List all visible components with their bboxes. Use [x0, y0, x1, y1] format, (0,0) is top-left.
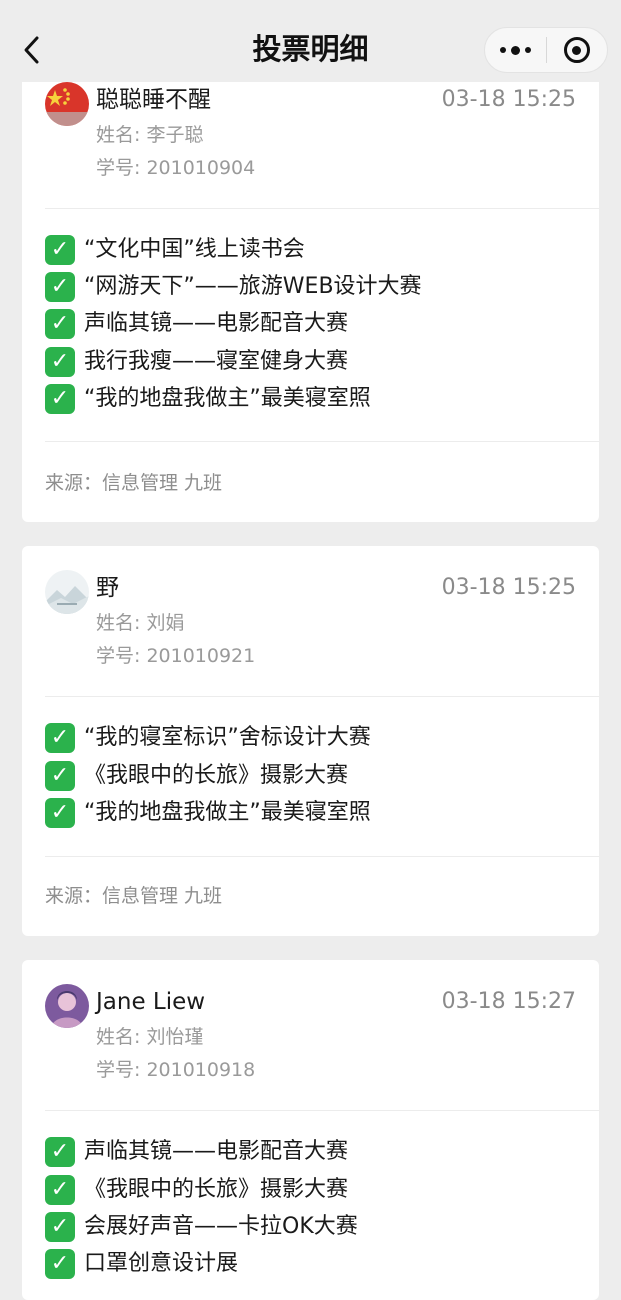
vote-item-label: 我行我瘦——寝室健身大赛 [84, 349, 349, 374]
vote-card: 聪聪睡不醒 03-18 15:25 姓名: 李子聪 学号: 201010904 … [22, 60, 599, 522]
more-dots-icon [499, 45, 531, 55]
vote-item-label: “我的地盘我做主”最美寝室照 [84, 386, 371, 411]
check-icon: ✓ [45, 723, 75, 753]
vote-item: ✓ 声临其镜——电影配音大赛 [45, 1136, 348, 1168]
check-icon: ✓ [45, 1175, 75, 1205]
vote-item: ✓ “我的地盘我做主”最美寝室照 [45, 383, 371, 415]
close-program-button[interactable] [546, 28, 607, 72]
vote-item-label: 会展好声音——卡拉OK大赛 [84, 1214, 358, 1239]
vote-card: 野 03-18 15:25 姓名: 刘娟 学号: 201010921 ✓ “我的寝… [22, 546, 599, 936]
vote-item: ✓ 会展好声音——卡拉OK大赛 [45, 1211, 358, 1243]
nickname: Jane Liew [96, 989, 206, 1015]
nickname: 聪聪睡不醒 [96, 87, 211, 113]
student-id: 学号: 201010918 [96, 1059, 256, 1081]
vote-source: 来源：信息管理 九班 [45, 472, 223, 494]
target-icon [563, 37, 590, 63]
vote-time: 03-18 15:25 [441, 87, 576, 112]
student-name: 姓名: 刘娟 [96, 612, 185, 634]
divider [45, 441, 599, 442]
vote-item: ✓ “网游天下”——旅游WEB设计大赛 [45, 271, 422, 303]
portrait-avatar-icon [45, 984, 89, 1028]
check-icon: ✓ [45, 1137, 75, 1167]
check-icon: ✓ [45, 798, 75, 828]
mini-program-capsule [484, 27, 608, 73]
vote-item: ✓ “文化中国”线上读书会 [45, 234, 305, 266]
divider [45, 1110, 599, 1111]
nav-bar: 投票明细 [0, 0, 621, 82]
check-icon: ✓ [45, 1249, 75, 1279]
vote-item-label: “文化中国”线上读书会 [84, 237, 305, 262]
vote-item: ✓ 《我眼中的长旅》摄影大赛 [45, 1174, 348, 1206]
vote-item-label: 《我眼中的长旅》摄影大赛 [84, 1177, 349, 1202]
vote-item-label: 口罩创意设计展 [84, 1251, 239, 1276]
check-icon: ✓ [45, 347, 75, 377]
nickname: 野 [96, 575, 119, 601]
vote-item: ✓ 声临其镜——电影配音大赛 [45, 308, 348, 340]
check-icon: ✓ [45, 384, 75, 414]
check-icon: ✓ [45, 309, 75, 339]
avatar [45, 570, 89, 614]
more-button[interactable] [485, 28, 546, 72]
check-icon: ✓ [45, 272, 75, 302]
vote-item-label: “网游天下”——旅游WEB设计大赛 [84, 274, 422, 299]
student-id: 学号: 201010921 [96, 645, 256, 667]
vote-time: 03-18 15:27 [441, 989, 576, 1014]
check-icon: ✓ [45, 761, 75, 791]
student-name: 姓名: 刘怡瑾 [96, 1026, 204, 1048]
vote-source: 来源：信息管理 九班 [45, 885, 223, 907]
vote-time: 03-18 15:25 [441, 575, 576, 600]
vote-item: ✓ 《我眼中的长旅》摄影大赛 [45, 760, 348, 792]
vote-card: Jane Liew 03-18 15:27 姓名: 刘怡瑾 学号: 201010… [22, 960, 599, 1300]
landscape-avatar-icon [45, 570, 89, 614]
avatar [45, 82, 89, 126]
check-icon: ✓ [45, 1212, 75, 1242]
vote-item-label: 声临其镜——电影配音大赛 [84, 1139, 349, 1164]
check-icon: ✓ [45, 235, 75, 265]
divider [45, 856, 599, 857]
avatar [45, 984, 89, 1028]
student-name: 姓名: 李子聪 [96, 124, 204, 146]
vote-item: ✓ “我的地盘我做主”最美寝室照 [45, 797, 371, 829]
divider [45, 696, 599, 697]
vote-item-label: 声临其镜——电影配音大赛 [84, 311, 349, 336]
vote-item-label: 《我眼中的长旅》摄影大赛 [84, 763, 349, 788]
vote-item: ✓ “我的寝室标识”舍标设计大赛 [45, 722, 371, 754]
divider [45, 208, 599, 209]
flag-avatar-icon [45, 82, 89, 126]
vote-item-label: “我的寝室标识”舍标设计大赛 [84, 725, 371, 750]
vote-item: ✓ 口罩创意设计展 [45, 1248, 238, 1280]
vote-item: ✓ 我行我瘦——寝室健身大赛 [45, 346, 348, 378]
vote-item-label: “我的地盘我做主”最美寝室照 [84, 800, 371, 825]
student-id: 学号: 201010904 [96, 157, 256, 179]
